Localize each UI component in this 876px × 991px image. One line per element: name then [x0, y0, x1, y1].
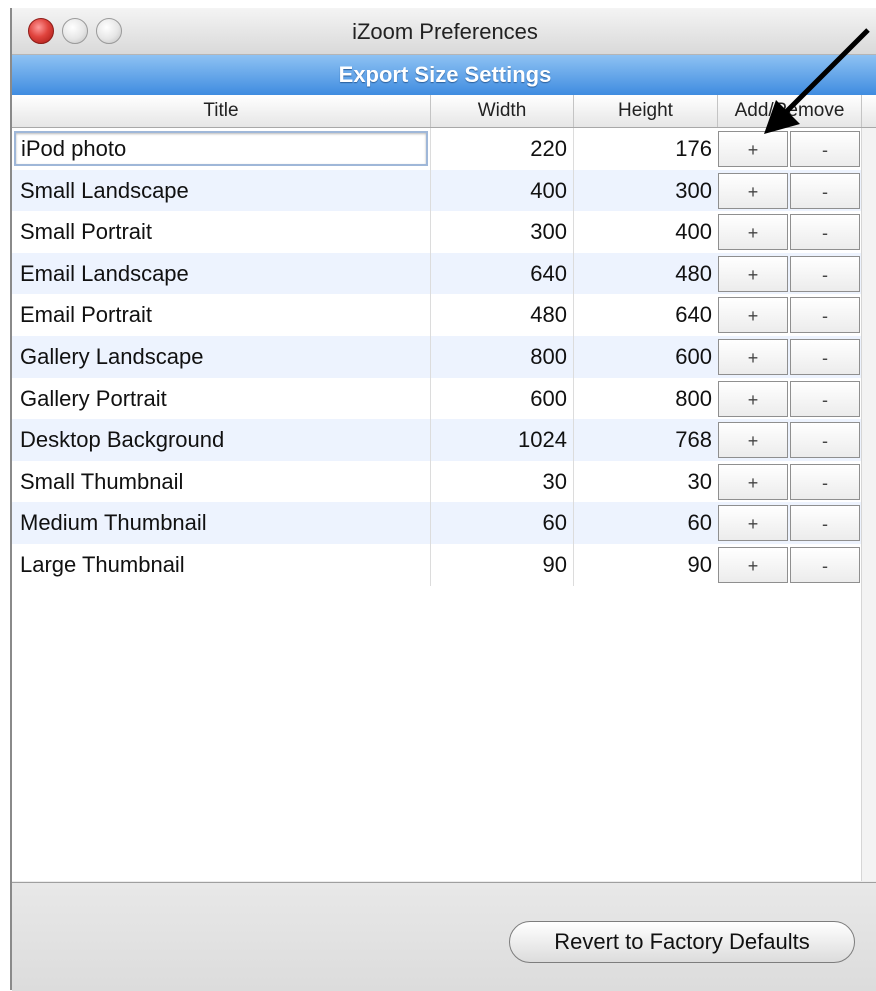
column-header-height[interactable]: Height — [574, 95, 718, 127]
width-cell[interactable]: 640 — [431, 252, 574, 295]
window-title: iZoom Preferences — [352, 19, 538, 44]
width-cell[interactable]: 1024 — [431, 419, 574, 461]
title-cell[interactable]: Medium Thumbnail — [12, 502, 431, 544]
add-row-button[interactable]: + — [718, 338, 788, 375]
remove-row-button[interactable]: - — [790, 131, 860, 167]
width-cell[interactable]: 300 — [431, 211, 574, 253]
remove-row-button[interactable]: - — [790, 380, 860, 417]
remove-row-button[interactable]: - — [790, 463, 860, 500]
height-cell[interactable]: 480 — [574, 253, 718, 295]
width-cell[interactable]: 600 — [431, 377, 574, 420]
title-cell[interactable]: Large Thumbnail — [12, 543, 431, 586]
remove-row-button[interactable]: - — [790, 422, 860, 459]
revert-to-factory-defaults-button[interactable]: Revert to Factory Defaults — [509, 921, 855, 963]
add-row-button[interactable]: + — [718, 255, 788, 292]
title-cell[interactable]: Small Landscape — [12, 169, 431, 212]
add-row-button[interactable]: + — [718, 546, 788, 583]
preferences-window: iZoom Preferences Export Size Settings T… — [10, 8, 876, 991]
title-cell[interactable]: Desktop Background — [12, 419, 431, 461]
add-row-button[interactable]: + — [718, 380, 788, 417]
width-cell[interactable]: 60 — [431, 502, 574, 544]
remove-row-button[interactable]: - — [790, 338, 860, 375]
table-row[interactable]: Small Landscape 400 300 + - — [12, 169, 862, 212]
add-row-button[interactable]: + — [718, 505, 788, 542]
title-cell[interactable]: Gallery Portrait — [12, 377, 431, 420]
remove-row-button[interactable]: - — [790, 255, 860, 292]
table-row[interactable]: Large Thumbnail 90 90 + - — [12, 543, 862, 586]
table-rows: iPod photo 220 176 + - Small Landscape 400 300 +… — [12, 128, 862, 586]
table-row[interactable]: Email Portrait 480 640 + - — [12, 294, 862, 336]
title-bar: iZoom Preferences — [12, 8, 876, 55]
width-cell[interactable]: 90 — [431, 543, 574, 586]
height-cell[interactable]: 800 — [574, 378, 718, 420]
remove-row-button[interactable]: - — [790, 546, 860, 583]
title-cell[interactable]: Email Landscape — [12, 252, 431, 295]
title-cell-editing[interactable]: iPod photo — [12, 128, 431, 170]
remove-row-button[interactable]: - — [790, 297, 860, 334]
table-row[interactable]: Desktop Background 1024 768 + - — [12, 419, 862, 461]
height-cell[interactable]: 640 — [574, 294, 718, 336]
table-row[interactable]: iPod photo 220 176 + - — [12, 128, 862, 170]
add-row-button[interactable]: + — [718, 422, 788, 459]
column-header-add-remove[interactable]: Add/Remove — [718, 95, 862, 127]
height-cell[interactable]: 176 — [574, 128, 718, 170]
add-row-button[interactable]: + — [718, 172, 788, 209]
export-size-table: Title Width Height Add/Remove iPod photo… — [12, 95, 876, 881]
column-header-width[interactable]: Width — [431, 95, 574, 127]
title-cell[interactable]: Gallery Landscape — [12, 335, 431, 378]
width-cell[interactable]: 800 — [431, 335, 574, 378]
bottom-bar: Revert to Factory Defaults — [12, 882, 876, 991]
height-cell[interactable]: 90 — [574, 544, 718, 586]
add-row-button[interactable]: + — [718, 297, 788, 334]
add-row-button[interactable]: + — [718, 463, 788, 500]
vertical-scrollbar[interactable] — [861, 128, 876, 881]
table-row[interactable]: Gallery Portrait 600 800 + - — [12, 377, 862, 420]
title-cell[interactable]: Small Portrait — [12, 211, 431, 253]
height-cell[interactable]: 400 — [574, 211, 718, 253]
width-cell[interactable]: 30 — [431, 460, 574, 503]
section-title: Export Size Settings — [338, 62, 552, 87]
remove-row-button[interactable]: - — [790, 172, 860, 209]
add-row-button[interactable]: + — [718, 131, 788, 167]
remove-row-button[interactable]: - — [790, 505, 860, 542]
height-cell[interactable]: 60 — [574, 502, 718, 544]
section-header: Export Size Settings — [12, 55, 876, 95]
add-row-button[interactable]: + — [718, 214, 788, 251]
width-cell[interactable]: 400 — [431, 169, 574, 212]
height-cell[interactable]: 30 — [574, 461, 718, 503]
title-edit-field[interactable]: iPod photo — [14, 131, 428, 166]
column-header-title[interactable]: Title — [12, 95, 431, 127]
column-headers: Title Width Height Add/Remove — [12, 95, 876, 128]
table-row[interactable]: Small Portrait 300 400 + - — [12, 211, 862, 253]
width-cell[interactable]: 480 — [431, 294, 574, 336]
table-row[interactable]: Gallery Landscape 800 600 + - — [12, 335, 862, 378]
table-row[interactable]: Medium Thumbnail 60 60 + - — [12, 502, 862, 544]
height-cell[interactable]: 768 — [574, 419, 718, 461]
table-row[interactable]: Email Landscape 640 480 + - — [12, 252, 862, 295]
title-cell[interactable]: Small Thumbnail — [12, 460, 431, 503]
height-cell[interactable]: 300 — [574, 170, 718, 212]
remove-row-button[interactable]: - — [790, 214, 860, 251]
width-cell[interactable]: 220 — [431, 128, 574, 170]
table-row[interactable]: Small Thumbnail 30 30 + - — [12, 460, 862, 503]
title-cell[interactable]: Email Portrait — [12, 294, 431, 336]
height-cell[interactable]: 600 — [574, 336, 718, 378]
